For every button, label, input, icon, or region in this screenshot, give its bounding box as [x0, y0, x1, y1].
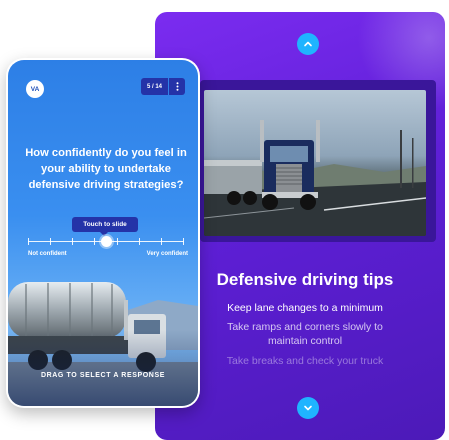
question-text: How confidently do you feel in your abil…	[25, 147, 187, 191]
scroll-down-button[interactable]	[297, 397, 319, 419]
phone-screen: VA 5 / 14 How confidently do you feel in…	[8, 60, 198, 406]
slider-tick	[50, 238, 51, 245]
slider-max-label: Very confident	[146, 251, 188, 257]
slider-tick	[161, 238, 162, 245]
phone-mockup: VA 5 / 14 How confidently do you feel in…	[6, 58, 200, 408]
tip-item: Keep lane changes to a minimum	[227, 302, 383, 314]
slider-handle[interactable]	[101, 236, 112, 247]
menu-button[interactable]	[169, 78, 185, 95]
chevron-down-icon	[304, 405, 312, 411]
tip-item: Take breaks and check your truck	[226, 355, 384, 367]
slider-min-label: Not confident	[28, 251, 67, 257]
slider-tick	[139, 238, 140, 245]
truck-photo	[204, 90, 426, 236]
tip-item: Take ramps and corners slowly to maintai…	[227, 321, 383, 347]
slider-tick	[117, 238, 118, 245]
slider-tick	[72, 238, 73, 245]
slider-tick	[94, 238, 95, 245]
tips-title: Defensive driving tips	[216, 270, 394, 289]
scroll-up-button[interactable]	[297, 33, 319, 55]
drag-hint: DRAG TO SELECT A RESPONSE	[40, 372, 166, 379]
question-counter: 5 / 14	[141, 78, 168, 95]
chevron-up-icon	[304, 41, 312, 47]
tanker-truck-image	[8, 282, 198, 406]
brand-logo: VA	[26, 80, 44, 98]
touch-to-slide-tooltip: Touch to slide	[72, 217, 138, 236]
vertical-ellipsis-icon	[176, 82, 178, 91]
slider-tick	[28, 238, 29, 245]
slider-tick	[183, 238, 184, 245]
